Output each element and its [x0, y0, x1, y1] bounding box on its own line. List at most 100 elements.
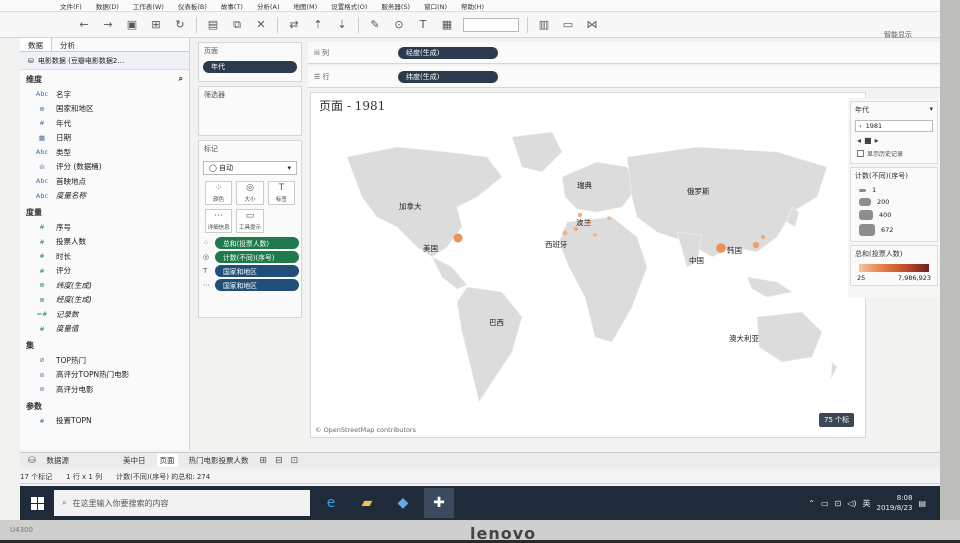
notifications-icon[interactable]: ▤ — [918, 499, 926, 508]
new-sheet-icon[interactable]: ▤ — [205, 17, 221, 33]
edge-icon[interactable]: e — [316, 488, 346, 518]
menu-item[interactable]: 数据(D) — [96, 1, 119, 11]
menu-item[interactable]: 设置格式(O) — [331, 1, 367, 11]
refresh-icon[interactable]: ↻ — [172, 17, 188, 33]
network-icon[interactable]: ⊡ — [835, 499, 842, 508]
history-checkbox[interactable]: 显示历史记录 — [851, 147, 937, 160]
tab-sheet-1[interactable]: 美中日 — [120, 454, 149, 467]
menu-item[interactable]: 文件(F) — [60, 1, 82, 11]
clock[interactable]: 8:08 2019/8/23 — [877, 493, 913, 513]
menu-item[interactable]: 帮助(H) — [461, 1, 484, 11]
tab-data[interactable]: 数据 — [20, 38, 52, 51]
tab-sheet-3[interactable]: 热门电影投票人数 — [186, 454, 252, 467]
chevron-down-icon[interactable]: ▾ — [929, 105, 933, 115]
sort-desc-icon[interactable]: ⇣ — [334, 17, 350, 33]
new-worksheet-icon[interactable]: ⊞ — [260, 456, 268, 466]
mark-button[interactable]: T 标签 — [267, 181, 295, 205]
field-item[interactable]: # 投置TOPN — [20, 414, 189, 429]
datasource-item[interactable]: ⛁ 电影数据 (豆瓣电影数据2… — [20, 52, 189, 70]
field-item[interactable]: Abc 首映地点 — [20, 174, 189, 189]
label-icon[interactable]: T — [415, 17, 431, 33]
page-value-select[interactable]: ‹ 1981 — [855, 120, 933, 132]
field-item[interactable]: # 年代 — [20, 116, 189, 131]
field-item[interactable]: ⊕ 纬度(生成) — [20, 278, 189, 293]
pages-pill[interactable]: 年代 — [203, 61, 297, 73]
taskbar-search[interactable]: ⌕ 在这里输入你要搜索的内容 — [54, 490, 310, 516]
field-item[interactable]: =# 记录数 — [20, 307, 189, 322]
back-icon[interactable]: ← — [76, 17, 92, 33]
menu-item[interactable]: 故事(T) — [221, 1, 243, 11]
presentation-icon[interactable]: ▭ — [560, 17, 576, 33]
field-item[interactable]: ⊕ 国家和地区 — [20, 102, 189, 117]
field-item[interactable]: ▦ 日期 — [20, 131, 189, 146]
field-item[interactable]: ⊕ 经度(生成) — [20, 293, 189, 308]
tab-datasource[interactable]: 数据源 — [44, 454, 73, 467]
ime-indicator[interactable]: 英 — [863, 498, 871, 509]
start-button[interactable] — [20, 486, 54, 520]
map-mark[interactable] — [453, 233, 463, 243]
new-datasource-icon[interactable]: ⊞ — [148, 17, 164, 33]
field-item[interactable]: ılı 评分 (数据桶) — [20, 160, 189, 175]
map-mark[interactable] — [752, 241, 760, 249]
stop-icon[interactable]: ■ — [864, 136, 872, 145]
step-back-icon[interactable]: ◂ — [857, 136, 861, 145]
encoding-pill[interactable]: 计数(不同)(序号) — [215, 251, 299, 263]
share-icon[interactable]: ⋈ — [584, 17, 600, 33]
sort-asc-icon[interactable]: ⇡ — [310, 17, 326, 33]
group-icon[interactable]: ⊙ — [391, 17, 407, 33]
columns-pill[interactable]: 经度(生成) — [398, 46, 498, 59]
field-item[interactable]: Abc 度量名称 — [20, 189, 189, 204]
menu-item[interactable]: 窗口(N) — [424, 1, 447, 11]
field-item[interactable]: # 评分 — [20, 264, 189, 279]
app-icon[interactable]: ◆ — [388, 488, 418, 518]
fit-dropdown[interactable] — [463, 17, 519, 32]
menu-item[interactable]: 服务器(S) — [381, 1, 410, 11]
marks-count-badge[interactable]: 75 个标 — [819, 413, 855, 427]
rows-pill[interactable]: 纬度(生成) — [398, 70, 498, 83]
map-mark[interactable] — [716, 243, 726, 253]
mark-button[interactable]: ⋯ 详细信息 — [205, 209, 233, 233]
forward-icon[interactable]: → — [100, 17, 116, 33]
field-item[interactable]: ⊘ TOP热门 — [20, 353, 189, 368]
mark-button[interactable]: ⁘ 颜色 — [205, 181, 233, 205]
menu-item[interactable]: 地图(M) — [294, 1, 318, 11]
highlight-icon[interactable]: ✎ — [367, 17, 383, 33]
field-item[interactable]: Abc 类型 — [20, 145, 189, 160]
menu-item[interactable]: 分析(A) — [257, 1, 280, 11]
save-icon[interactable]: ▣ — [124, 17, 140, 33]
chart-icon[interactable]: ▥ — [536, 17, 552, 33]
field-item[interactable]: ⊘ 高评分电影 — [20, 382, 189, 397]
field-item[interactable]: # 序号 — [20, 220, 189, 235]
map-mark[interactable] — [593, 233, 597, 237]
menu-item[interactable]: 工作表(W) — [133, 1, 164, 11]
clear-sheet-icon[interactable]: ✕ — [253, 17, 269, 33]
new-dashboard-icon[interactable]: ⊟ — [275, 456, 283, 466]
new-story-icon[interactable]: ⊡ — [291, 456, 299, 466]
checkbox-icon[interactable] — [857, 150, 864, 157]
swap-icon[interactable]: ⇄ — [286, 17, 302, 33]
encoding-pill[interactable]: 总和(投票人数) — [215, 237, 299, 249]
play-icon[interactable]: ▸ — [875, 136, 879, 145]
field-item[interactable]: ⊘ 高评分TOPN热门电影 — [20, 368, 189, 383]
field-item[interactable]: # 投票人数 — [20, 235, 189, 250]
mark-type-dropdown[interactable]: ◯ 自动 ▾ — [203, 161, 297, 175]
map-mark[interactable] — [760, 234, 766, 240]
menu-item[interactable]: 仪表板(B) — [178, 1, 207, 11]
fix-axes-icon[interactable]: ▦ — [439, 17, 455, 33]
map-mark[interactable] — [562, 230, 568, 236]
search-icon[interactable]: ⌕ — [179, 74, 183, 85]
duplicate-sheet-icon[interactable]: ⧉ — [229, 17, 245, 33]
tab-sheet-2[interactable]: 页面 — [156, 454, 178, 467]
field-item[interactable]: # 时长 — [20, 249, 189, 264]
rows-shelf[interactable]: ☰ 行 纬度(生成) — [308, 66, 940, 88]
tab-analysis[interactable]: 分析 — [52, 38, 83, 51]
columns-shelf[interactable]: iii 列 经度(生成) — [308, 42, 940, 64]
prev-page-icon[interactable]: ‹ — [859, 122, 862, 130]
mark-button[interactable]: ◎ 大小 — [236, 181, 264, 205]
mark-button[interactable]: ▭ 工具提示 — [236, 209, 264, 233]
world-map[interactable] — [337, 117, 847, 417]
map-mark[interactable] — [607, 216, 611, 220]
battery-icon[interactable]: ▭ — [821, 499, 829, 508]
tableau-icon[interactable]: ✚ — [424, 488, 454, 518]
file-explorer-icon[interactable]: ▰ — [352, 488, 382, 518]
